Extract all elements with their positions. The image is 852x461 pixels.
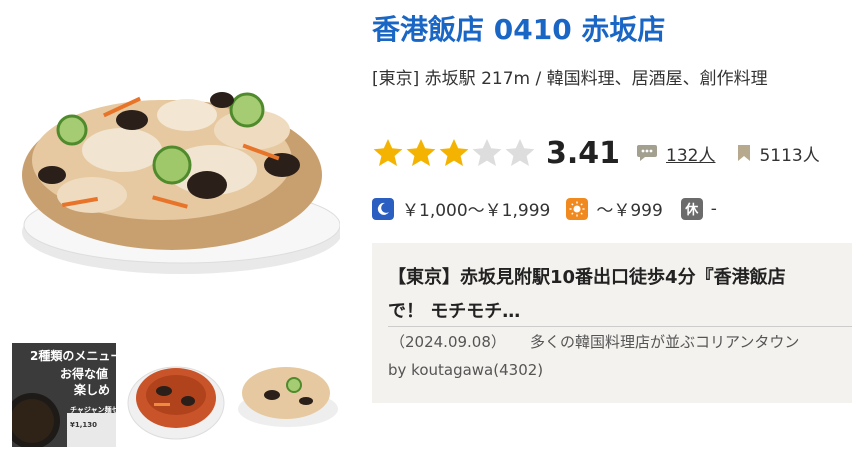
review-excerpt: 多くの韓国料理店が並ぶコリアンタウン [530, 333, 800, 351]
thumb1-text-line1: 2種類のメニュー [30, 349, 116, 363]
star-icon [472, 139, 502, 166]
restaurant-name[interactable]: 香港飯店 0410 赤坂店 [372, 8, 665, 48]
star-icon [373, 139, 403, 166]
restaurant-area-genre: [東京] 赤坂駅 217m / 韓国料理、居酒屋、創作料理 [372, 69, 768, 89]
divider [388, 326, 852, 327]
thumb1-price: ¥1,130 [70, 421, 98, 429]
speech-bubble-icon [637, 145, 658, 161]
star-icon [406, 139, 436, 166]
review-title-line1: 【東京】赤坂見附駅10番出口徒歩4分『香港飯店 [388, 267, 786, 288]
thumb1-text-line3: 楽しめ [74, 383, 111, 397]
thumb1-text-line2: お得な値 [60, 367, 109, 381]
rating-score: 3.41 [546, 135, 621, 171]
review-title[interactable]: 【東京】赤坂見附駅10番出口徒歩4分『香港飯店 で！ モチモチ… [388, 261, 852, 329]
bookmark-icon [738, 145, 751, 161]
photo-thumbnail-3[interactable] [236, 343, 340, 447]
moon-icon [372, 197, 394, 220]
photo-thumbnail-2[interactable] [124, 343, 228, 447]
bookmark-count: 5113人 [759, 145, 820, 166]
photo-thumbnail-1[interactable]: 2種類のメニュー お得な値 楽しめ チャジャン麺セット ¥1,130 [12, 343, 116, 447]
star-rating [372, 137, 536, 169]
price-row: ￥1,000～￥1,999 ～￥999 休 - [372, 196, 717, 221]
rating-row: 3.41 132人 5113人 [372, 133, 820, 173]
dinner-price: ￥1,000～￥1,999 [402, 201, 551, 221]
holiday-badge: 休 [680, 197, 703, 220]
review-count-link[interactable]: 132人 [666, 141, 715, 166]
review-author[interactable]: by koutagawa(4302) [388, 361, 543, 379]
star-icon [439, 139, 469, 166]
star-icon [505, 139, 535, 166]
sun-icon [566, 197, 589, 220]
thumb1-caption: チャジャン麺セット [70, 406, 116, 414]
review-date: （2024.09.08） [390, 333, 506, 351]
review-card[interactable]: 【東京】赤坂見附駅10番出口徒歩4分『香港飯店 で！ モチモチ… （2024.0… [372, 243, 852, 403]
review-title-line2: で！ モチモチ… [388, 301, 521, 322]
main-photo[interactable] [12, 0, 340, 335]
holiday-value: - [710, 198, 717, 219]
lunch-price: ～￥999 [596, 201, 663, 221]
